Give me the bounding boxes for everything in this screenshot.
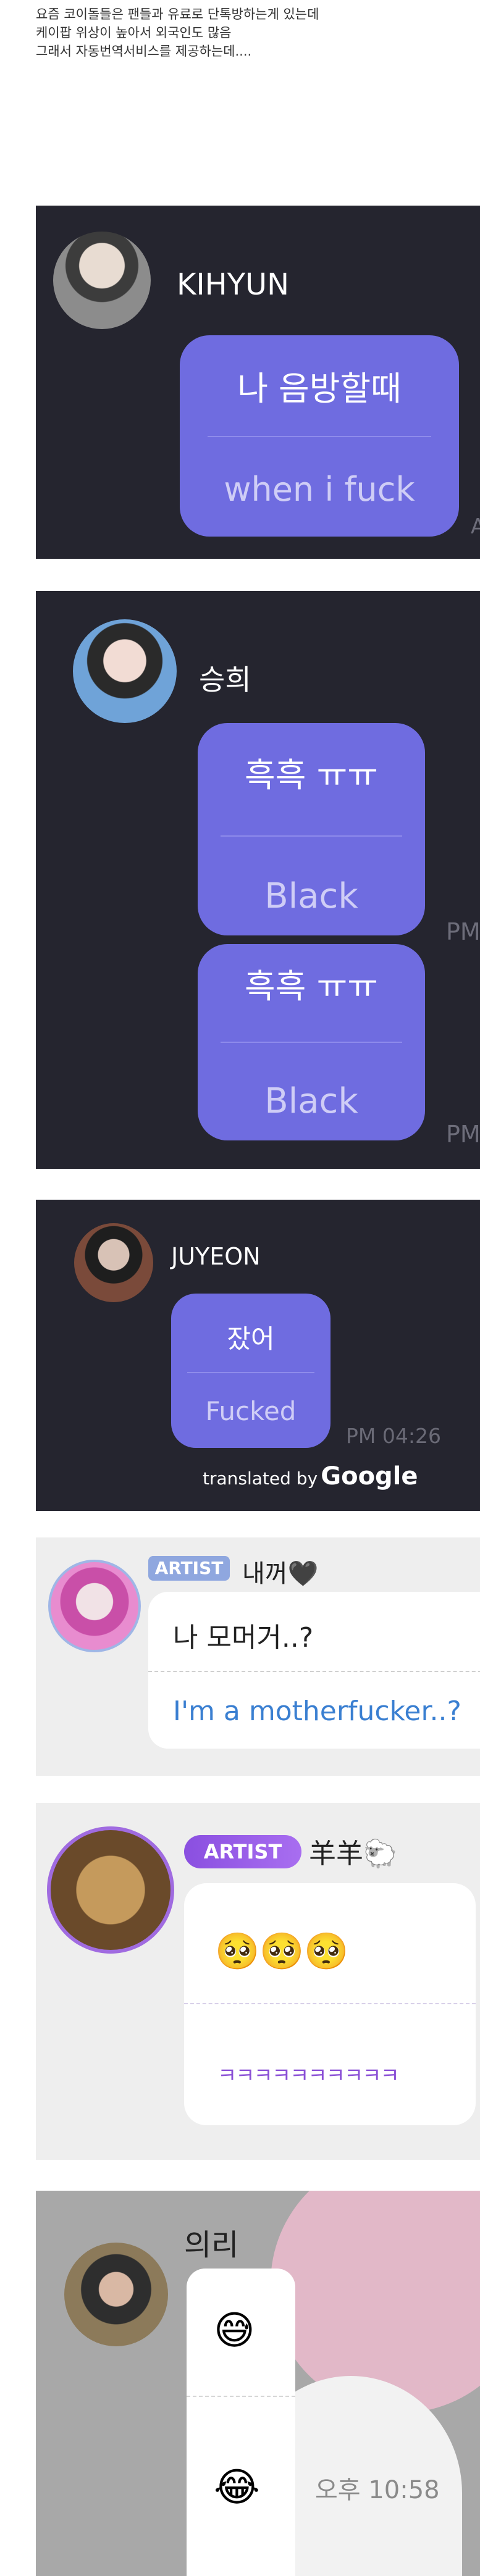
message-card[interactable]: 😅 😂 bbox=[187, 2269, 295, 2576]
message-translation: I'm a motherfucker..? bbox=[173, 1696, 461, 1727]
timestamp-fragment: PM bbox=[446, 1121, 480, 1148]
laugh-message: ㅋㅋㅋㅋㅋㅋㅋㅋㅋㅋ bbox=[217, 2064, 400, 2088]
timestamp-fragment: PM bbox=[446, 918, 480, 945]
message-bubble[interactable]: 나 음방할때 when i fuck bbox=[180, 335, 459, 537]
seunghee-avatar[interactable] bbox=[73, 619, 177, 723]
message-translation: Fucked bbox=[205, 1396, 297, 1426]
sender-name: JUYEON bbox=[171, 1243, 261, 1270]
chat-panel-seunghee: 승희 흑흑 ㅠㅠ Black PM 흑흑 ㅠㅠ Black PM bbox=[36, 591, 480, 1169]
chat-panel-euiri: 의리 😅 😂 오후 10:58 bbox=[36, 2191, 480, 2576]
intro-line: 요즘 코이돌들은 팬들과 유료로 단톡방하는게 있는데 bbox=[36, 7, 319, 22]
timestamp-fragment: A bbox=[471, 514, 480, 539]
divider bbox=[220, 1042, 403, 1043]
sender-name: 내꺼🖤 bbox=[242, 1560, 319, 1588]
message-original: 잤어 bbox=[227, 1324, 275, 1354]
message-card[interactable]: 나 모머거..? I'm a motherfucker..? bbox=[148, 1592, 480, 1749]
intro-text: 요즘 코이돌들은 팬들과 유료로 단톡방하는게 있는데 케이팝 위상이 높아서 … bbox=[36, 5, 444, 61]
artist-avatar[interactable] bbox=[47, 1826, 174, 1954]
translated-by-label: translated by bbox=[203, 1468, 318, 1489]
message-card[interactable]: 🥺🥺🥺 ㅋㅋㅋㅋㅋㅋㅋㅋㅋㅋ bbox=[184, 1883, 476, 2125]
intro-line: 그래서 자동번역서비스를 제공하는데.... bbox=[36, 44, 252, 59]
divider bbox=[148, 1671, 480, 1672]
divider bbox=[187, 2396, 295, 2397]
chat-panel-artist-2: ARTIST 羊羊🐑 🥺🥺🥺 ㅋㅋㅋㅋㅋㅋㅋㅋㅋㅋ bbox=[36, 1803, 480, 2160]
emoji-message: 😅 bbox=[214, 2308, 255, 2354]
sender-name: 의리 bbox=[184, 2228, 239, 2262]
divider bbox=[187, 1372, 315, 1373]
translated-by-google: translated by Google bbox=[203, 1462, 418, 1491]
message-translation: when i fuck bbox=[224, 470, 415, 509]
chat-panel-artist-1: ARTIST 내꺼🖤 나 모머거..? I'm a motherfucker..… bbox=[36, 1537, 480, 1776]
intro-line: 케이팝 위상이 높아서 외국인도 많음 bbox=[36, 25, 232, 40]
google-logo: Google bbox=[321, 1462, 418, 1491]
message-original: 흑흑 ㅠㅠ bbox=[245, 756, 378, 795]
emoji-message: 😂 bbox=[214, 2465, 260, 2511]
divider bbox=[208, 436, 431, 437]
sender-name: 승희 bbox=[199, 663, 251, 696]
divider bbox=[184, 2003, 476, 2004]
message-translation: Black bbox=[264, 876, 358, 916]
message-original: 흑흑 ㅠㅠ bbox=[245, 967, 378, 1006]
message-translation: Black bbox=[264, 1081, 358, 1121]
artist-avatar[interactable] bbox=[48, 1560, 141, 1652]
chat-panel-juyeon: JUYEON 잤어 Fucked PM 04:26 translated by … bbox=[36, 1200, 480, 1511]
sender-name: KIHYUN bbox=[177, 267, 290, 302]
message-original: 나 음방할때 bbox=[237, 369, 402, 408]
chat-panel-kihyun: KIHYUN 나 음방할때 when i fuck A bbox=[36, 206, 480, 559]
message-original: 나 모머거..? bbox=[173, 1622, 314, 1654]
artist-badge: ARTIST bbox=[148, 1556, 230, 1581]
kihyun-avatar[interactable] bbox=[53, 232, 151, 329]
message-time: PM 04:26 bbox=[346, 1424, 441, 1448]
artist-badge: ARTIST bbox=[184, 1835, 301, 1868]
juyeon-avatar[interactable] bbox=[74, 1223, 153, 1302]
message-time: 오후 10:58 bbox=[315, 2476, 440, 2504]
message-bubble[interactable]: 흑흑 ㅠㅠ Black bbox=[198, 723, 425, 935]
emoji-message: 🥺🥺🥺 bbox=[215, 1930, 349, 1972]
euiri-avatar[interactable] bbox=[64, 2243, 168, 2346]
sender-name: 羊羊🐑 bbox=[309, 1838, 397, 1870]
divider bbox=[220, 835, 403, 837]
message-bubble[interactable]: 잤어 Fucked bbox=[171, 1294, 331, 1448]
message-bubble[interactable]: 흑흑 ㅠㅠ Black bbox=[198, 944, 425, 1140]
